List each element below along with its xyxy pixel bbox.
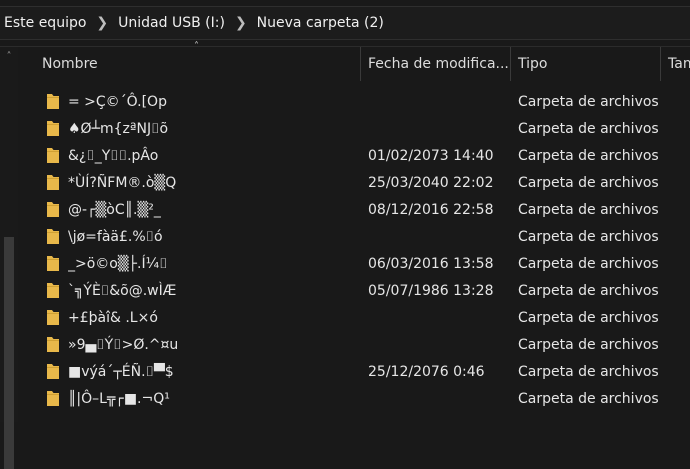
folder-icon — [46, 336, 60, 353]
chevron-right-icon[interactable]: ❯ — [90, 15, 114, 31]
file-name: +£þàî& .L×ó — [68, 310, 158, 326]
folder-icon — [46, 228, 60, 245]
file-type: Carpeta de archivos — [518, 94, 659, 110]
column-header: ˄ Nombre Fecha de modifica... Tipo Tam — [18, 41, 690, 81]
breadcrumb-unidad-usb[interactable]: Unidad USB (I:) — [114, 15, 229, 31]
file-type: Carpeta de archivos — [518, 148, 659, 164]
file-list: ˄ Nombre Fecha de modifica... Tipo Tam =… — [18, 41, 690, 422]
file-name: *ÙÍ?ÑFM®.ò▒Q — [68, 175, 177, 191]
file-name: »9▄⌷Ý⌷>Ø.^¤u — [68, 337, 179, 353]
table-row[interactable]: +£þàî& .L×ó Carpeta de archivos — [18, 305, 690, 332]
column-header-name[interactable]: Nombre — [35, 47, 361, 81]
file-date: 25/12/2076 0:46 — [368, 364, 485, 380]
file-date — [368, 305, 513, 332]
table-row[interactable]: = >Ç©´Ô.[Op Carpeta de archivos — [18, 89, 690, 116]
table-row[interactable]: `╗ÝÈ⌷&õ@.wÌÆ 05/07/1986 13:28 Carpeta de a… — [18, 278, 690, 305]
file-name: \jø=fàä£.%⌷ó — [68, 229, 163, 245]
file-name: @-┌▒òC║.▒²_ — [68, 202, 161, 218]
file-name: ║|Ô–L╦┌■.¬Q¹ — [68, 391, 170, 407]
folder-icon — [46, 201, 60, 218]
column-header-date[interactable]: Fecha de modifica... — [361, 47, 511, 81]
file-date — [368, 116, 513, 143]
file-date — [368, 386, 513, 413]
file-date — [368, 332, 513, 359]
breadcrumb[interactable]: Este equipo ❯ Unidad USB (I:) ❯ Nueva ca… — [0, 6, 690, 40]
breadcrumb-este-equipo[interactable]: Este equipo — [0, 15, 90, 31]
file-type: Carpeta de archivos — [518, 202, 659, 218]
navigation-pane-scrollbar[interactable] — [4, 237, 14, 469]
folder-icon — [46, 282, 60, 299]
folder-icon — [46, 147, 60, 164]
file-date — [368, 89, 513, 116]
file-date: 25/03/2040 22:02 — [368, 175, 494, 191]
folder-icon — [46, 120, 60, 137]
table-row[interactable]: ■výá´┬ÉÑ.⌷▀$ 25/12/2076 0:46 Carpeta de ar… — [18, 359, 690, 386]
table-row[interactable]: »9▄⌷Ý⌷>Ø.^¤u Carpeta de archivos — [18, 332, 690, 359]
file-date: 05/07/1986 13:28 — [368, 283, 494, 299]
chevron-right-icon[interactable]: ❯ — [229, 15, 253, 31]
file-type: Carpeta de archivos — [518, 256, 659, 272]
table-row[interactable]: ♠Ø┴m{zªNJ⌷õ Carpeta de archivos — [18, 116, 690, 143]
folder-icon — [46, 363, 60, 380]
file-date: 06/03/2016 13:58 — [368, 256, 494, 272]
table-row[interactable]: _>ö©o▒├.Í¼⌷ 06/03/2016 13:58 Carpeta de ar… — [18, 251, 690, 278]
folder-icon — [46, 309, 60, 326]
table-row[interactable]: \jø=fàä£.%⌷ó Carpeta de archivos — [18, 224, 690, 251]
file-name: `╗ÝÈ⌷&õ@.wÌÆ — [68, 283, 177, 299]
file-date: 08/12/2016 22:58 — [368, 202, 494, 218]
table-row[interactable]: *ÙÍ?ÑFM®.ò▒Q 25/03/2040 22:02 Carpeta de a… — [18, 170, 690, 197]
file-type: Carpeta de archivos — [518, 337, 659, 353]
file-date: 01/02/2073 14:40 — [368, 148, 494, 164]
navigation-pane: ˄ — [0, 47, 18, 469]
file-type: Carpeta de archivos — [518, 391, 659, 407]
file-date — [368, 224, 513, 251]
file-type: Carpeta de archivos — [518, 310, 659, 326]
file-name: = >Ç©´Ô.[Op — [68, 94, 167, 110]
address-bar[interactable]: Este equipo ❯ Unidad USB (I:) ❯ Nueva ca… — [0, 0, 690, 47]
file-type: Carpeta de archivos — [518, 283, 659, 299]
file-type: Carpeta de archivos — [518, 175, 659, 191]
folder-icon — [46, 93, 60, 110]
table-row[interactable]: ║|Ô–L╦┌■.¬Q¹ Carpeta de archivos — [18, 386, 690, 413]
table-row[interactable]: &¿⌷_Y⌷⌷.pÂo 01/02/2073 14:40 Carpeta de ar… — [18, 143, 690, 170]
file-type: Carpeta de archivos — [518, 229, 659, 245]
file-name: ■výá´┬ÉÑ.⌷▀$ — [68, 364, 174, 380]
breadcrumb-nueva-carpeta[interactable]: Nueva carpeta (2) — [253, 15, 388, 31]
file-name: _>ö©o▒├.Í¼⌷ — [68, 256, 168, 272]
scroll-up-icon[interactable]: ˄ — [2, 51, 16, 62]
column-header-size[interactable]: Tam — [661, 47, 690, 81]
file-type: Carpeta de archivos — [518, 121, 659, 137]
folder-icon — [46, 255, 60, 272]
file-name: &¿⌷_Y⌷⌷.pÂo — [68, 148, 159, 164]
file-name: ♠Ø┴m{zªNJ⌷õ — [68, 121, 169, 137]
folder-icon — [46, 390, 60, 407]
folder-icon — [46, 174, 60, 191]
table-row[interactable]: @-┌▒òC║.▒²_ 08/12/2016 22:58 Carpeta de ar… — [18, 197, 690, 224]
column-header-type[interactable]: Tipo — [511, 47, 661, 81]
file-type: Carpeta de archivos — [518, 364, 659, 380]
